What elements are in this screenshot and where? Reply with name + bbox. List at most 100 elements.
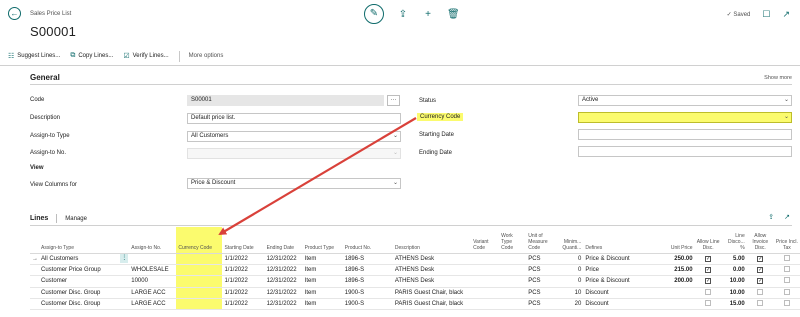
manage-button[interactable]: Manage	[65, 216, 87, 222]
new-plus-icon[interactable]: +	[422, 9, 434, 20]
col-line-discount[interactable]: Line Disco... %	[721, 227, 747, 254]
cell-product-type[interactable]: Item	[302, 287, 343, 300]
allow-invoice-disc-checkbox[interactable]: ✓	[757, 255, 764, 262]
cell-work-type-code[interactable]	[499, 298, 527, 311]
cell-line-discount[interactable]: 10.00	[721, 287, 747, 300]
cell-minimum-quantity[interactable]: 0	[554, 264, 584, 277]
cell-product-no[interactable]: 1896-S	[342, 264, 393, 277]
col-allow-invoice-disc[interactable]: Allow Invoice Disc.	[746, 227, 774, 254]
cell-uom-code[interactable]: PCS	[526, 253, 555, 265]
cell-product-no[interactable]: 1900-S	[342, 287, 393, 300]
cell-description[interactable]: PARIS Guest Chair, black	[392, 287, 472, 300]
cell-description[interactable]: ATHENS Desk	[392, 253, 472, 265]
col-defines[interactable]: Defines	[583, 227, 642, 254]
col-allow-line-disc[interactable]: Allow Line Disc.	[694, 227, 722, 254]
share-icon[interactable]: ⇪	[397, 9, 409, 20]
cell-ending-date[interactable]: 12/31/2022	[264, 253, 303, 265]
cell-ending-date[interactable]: 12/31/2022	[264, 298, 303, 311]
cell-assign-to-no[interactable]: WHOLESALE	[129, 264, 177, 277]
col-variant-code[interactable]: Variant Code	[471, 227, 500, 254]
cell-product-no[interactable]: 1896-S	[342, 253, 393, 265]
cell-currency-code[interactable]	[176, 275, 223, 288]
cell-unit-price[interactable]: 215.00	[641, 264, 695, 277]
cell-product-no[interactable]: 1900-S	[342, 298, 393, 311]
cell-starting-date[interactable]: 1/1/2022	[222, 287, 265, 300]
price-incl-tax-checkbox[interactable]	[783, 288, 790, 295]
cell-allow-invoice-disc[interactable]	[746, 298, 774, 311]
cell-allow-line-disc[interactable]: ✓	[694, 264, 722, 277]
cell-defines[interactable]: Discount	[583, 298, 642, 311]
table-row[interactable]: Customer Disc. Group LARGE ACC 1/1/2022 12/…	[30, 298, 800, 311]
allow-line-disc-checkbox[interactable]	[705, 300, 712, 307]
cell-allow-line-disc[interactable]: ✓	[694, 275, 722, 288]
cell-minimum-quantity[interactable]: 10	[554, 287, 584, 300]
currency-code-select[interactable]: ⌄	[578, 112, 792, 123]
price-incl-tax-checkbox[interactable]	[783, 254, 790, 261]
allow-line-disc-checkbox[interactable]: ✓	[705, 255, 712, 262]
cell-defines[interactable]: Price	[583, 264, 642, 277]
cell-price-incl-tax[interactable]	[773, 264, 800, 277]
row-selector[interactable]	[30, 298, 40, 311]
show-more-link[interactable]: Show more	[764, 75, 792, 81]
cell-assign-to-type[interactable]: All Customers	[39, 253, 119, 265]
cell-minimum-quantity[interactable]: 0	[554, 275, 584, 288]
cell-currency-code[interactable]	[176, 264, 223, 277]
verify-lines-button[interactable]: ☑ Verify Lines...	[123, 52, 168, 60]
status-select[interactable]: Active ⌄	[578, 95, 792, 106]
cell-currency-code[interactable]	[176, 253, 223, 265]
cell-work-type-code[interactable]	[499, 287, 527, 300]
cell-ending-date[interactable]: 12/31/2022	[264, 275, 303, 288]
edit-pencil-icon[interactable]: ✎	[364, 4, 384, 24]
ending-date-field[interactable]	[578, 146, 792, 157]
cell-allow-line-disc[interactable]: ✓	[694, 253, 722, 265]
code-field[interactable]: S00001	[187, 95, 384, 106]
cell-line-discount[interactable]: 5.00	[721, 253, 747, 265]
price-incl-tax-checkbox[interactable]	[783, 277, 790, 284]
cell-line-discount[interactable]: 0.00	[721, 264, 747, 277]
cell-uom-code[interactable]: PCS	[526, 287, 555, 300]
cell-assign-to-type[interactable]: Customer Price Group	[39, 264, 119, 277]
col-price-incl-tax[interactable]: Price Incl. Tax	[773, 227, 800, 254]
allow-invoice-disc-checkbox[interactable]	[757, 288, 764, 295]
suggest-lines-button[interactable]: ☷ Suggest Lines...	[8, 52, 60, 60]
table-row[interactable]: → All Customers ⋮ 1/1/2022 12/31/2022 Item 189…	[30, 253, 800, 265]
cell-starting-date[interactable]: 1/1/2022	[222, 298, 265, 311]
row-menu-icon[interactable]: ⋮	[120, 254, 129, 264]
cell-description[interactable]: ATHENS Desk	[392, 275, 472, 288]
cell-ending-date[interactable]: 12/31/2022	[264, 287, 303, 300]
row-selector[interactable]: →	[30, 253, 40, 265]
cell-ending-date[interactable]: 12/31/2022	[264, 264, 303, 277]
allow-line-disc-checkbox[interactable]: ✓	[705, 267, 712, 274]
col-uom-code[interactable]: Unit of Measure Code	[526, 227, 555, 254]
copy-lines-button[interactable]: ⧉ Copy Lines...	[70, 52, 113, 60]
cell-assign-to-type[interactable]: Customer Disc. Group	[39, 287, 119, 300]
starting-date-field[interactable]	[578, 129, 792, 140]
cell-starting-date[interactable]: 1/1/2022	[222, 253, 265, 265]
cell-allow-invoice-disc[interactable]	[746, 287, 774, 300]
cell-currency-code[interactable]	[176, 298, 223, 311]
assign-to-no-select[interactable]: ⌄	[187, 148, 401, 159]
view-columns-select[interactable]: Price & Discount ⌄	[187, 178, 401, 189]
lines-tab[interactable]: Lines	[30, 215, 48, 222]
row-selector[interactable]	[30, 287, 40, 300]
cell-minimum-quantity[interactable]: 0	[554, 253, 584, 265]
col-assign-to-no[interactable]: Assign-to No.	[129, 227, 177, 254]
more-options-button[interactable]: More options	[189, 53, 224, 59]
col-minimum-quantity[interactable]: Minim... Quanti...	[554, 227, 584, 254]
cell-assign-to-type[interactable]: Customer Disc. Group	[39, 298, 119, 311]
cell-work-type-code[interactable]	[499, 275, 527, 288]
cell-allow-invoice-disc[interactable]: ✓	[746, 275, 774, 288]
allow-invoice-disc-checkbox[interactable]: ✓	[757, 278, 764, 285]
allow-line-disc-checkbox[interactable]	[705, 288, 712, 295]
cell-uom-code[interactable]: PCS	[526, 298, 555, 311]
col-description[interactable]: Description	[392, 227, 472, 254]
expand-icon[interactable]: ↗	[782, 9, 790, 20]
cell-assign-to-no[interactable]: 10000	[129, 275, 177, 288]
cell-price-incl-tax[interactable]	[773, 275, 800, 288]
col-product-no[interactable]: Product No.	[342, 227, 393, 254]
bookmark-icon[interactable]: ☐	[762, 9, 770, 20]
col-product-type[interactable]: Product Type	[302, 227, 343, 254]
delete-trash-icon[interactable]: 🗑	[447, 9, 460, 20]
back-arrow-icon[interactable]: ←	[8, 7, 21, 20]
cell-assign-to-no[interactable]	[129, 253, 177, 265]
